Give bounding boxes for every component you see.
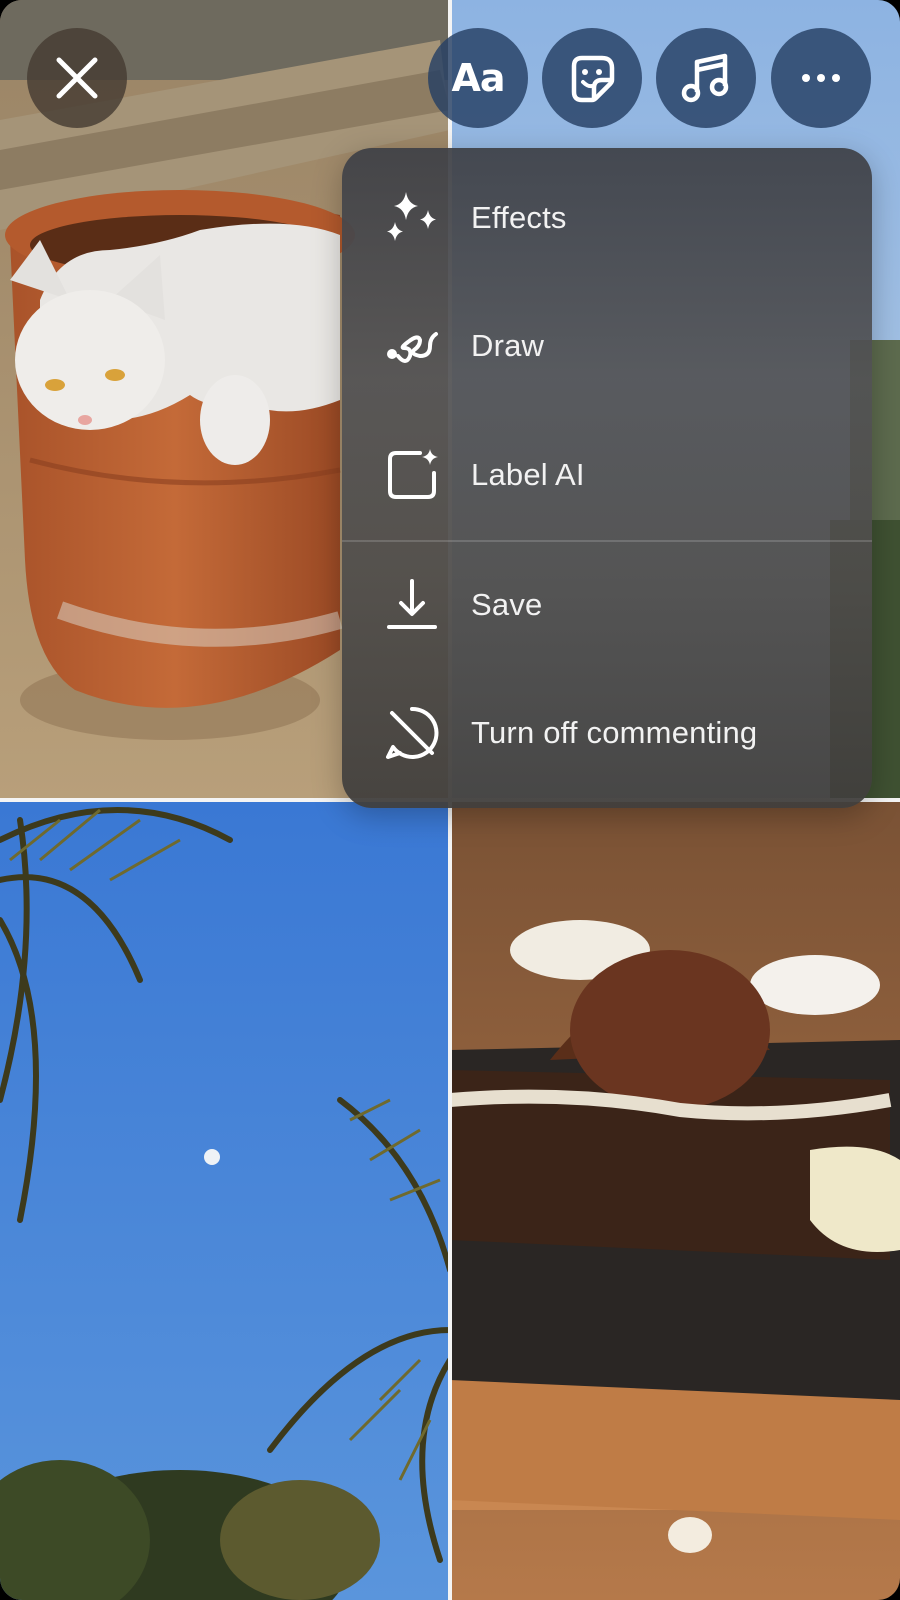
- menu-item-save[interactable]: Save: [342, 545, 872, 665]
- download-icon: [384, 577, 440, 633]
- menu-item-label: Effects: [471, 200, 567, 235]
- music-button[interactable]: [656, 28, 756, 128]
- more-horizontal-icon: [801, 73, 841, 83]
- story-editor-screen: Aa Effects Draw Label AI Save Turn off c…: [0, 0, 900, 1600]
- photo-dessert: [450, 800, 900, 1600]
- menu-item-label: Draw: [471, 328, 545, 363]
- text-tool-label: Aa: [451, 56, 505, 100]
- music-note-icon: [681, 52, 731, 104]
- sparkles-icon: [384, 190, 440, 246]
- menu-item-turn-off-commenting[interactable]: Turn off commenting: [342, 673, 872, 793]
- text-tool-button[interactable]: Aa: [428, 28, 528, 128]
- menu-item-label: Save: [471, 587, 543, 622]
- menu-item-label: Turn off commenting: [471, 715, 758, 750]
- photo-palm-sky: [0, 800, 450, 1600]
- close-icon: [55, 56, 99, 100]
- menu-item-effects[interactable]: Effects: [342, 158, 872, 278]
- sticker-button[interactable]: [542, 28, 642, 128]
- squiggle-draw-icon: [384, 318, 440, 374]
- menu-item-label: Label AI: [471, 457, 585, 492]
- menu-item-draw[interactable]: Draw: [342, 286, 872, 406]
- more-options-menu: Effects Draw Label AI Save Turn off comm…: [342, 148, 872, 808]
- comment-off-icon: [384, 705, 440, 761]
- close-button[interactable]: [27, 28, 127, 128]
- menu-separator: [342, 540, 872, 542]
- label-ai-icon: [384, 447, 440, 503]
- more-options-button[interactable]: [771, 28, 871, 128]
- sticker-icon: [566, 52, 618, 104]
- menu-item-label-ai[interactable]: Label AI: [342, 415, 872, 535]
